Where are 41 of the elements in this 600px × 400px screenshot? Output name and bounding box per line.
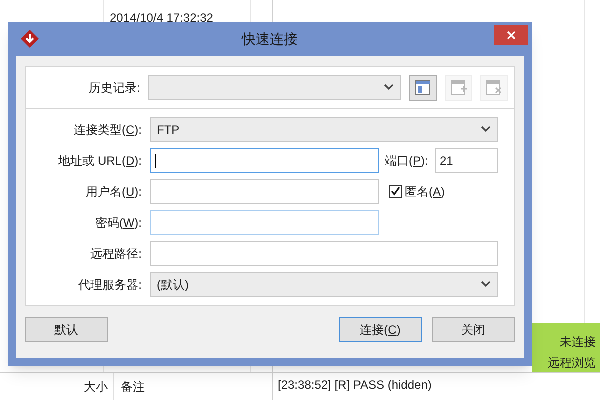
delete-panel-icon [485, 78, 504, 96]
dropdown-value: FTP [157, 122, 180, 138]
field-label: 代理服务器: [78, 276, 143, 294]
input-field[interactable] [150, 241, 498, 266]
input-field[interactable] [150, 210, 379, 235]
field-label: 历史记录: [88, 80, 142, 96]
text-cursor [155, 154, 156, 168]
anonymous-checkbox[interactable]: 匿名(A) [389, 182, 446, 200]
field-label: 连接类型(C): [72, 122, 143, 138]
dialog-button[interactable]: 关闭 [432, 317, 515, 342]
field-label: 用户名(U): [84, 184, 143, 200]
field-label: 密码(W): [94, 214, 143, 232]
column-header: 备注 [121, 379, 145, 396]
panel-icon [414, 78, 432, 96]
app-logo-icon [20, 29, 40, 49]
input-field[interactable] [150, 179, 379, 204]
dropdown-value: (默认) [157, 276, 189, 294]
timestamp-text: 2014/10/4 17:32:32 [110, 10, 214, 27]
status-text: 未连接 [559, 334, 596, 351]
dropdown[interactable]: (默认) [150, 272, 498, 297]
chevron-icon [481, 281, 491, 288]
input-field[interactable] [150, 148, 379, 173]
dropdown[interactable]: FTP [150, 117, 498, 142]
history-dropdown[interactable] [148, 75, 402, 100]
dialog-button[interactable]: 默认 [25, 317, 108, 342]
add-panel-icon [450, 78, 468, 96]
chevron-icon [384, 84, 394, 91]
field-label: 远程路径: [90, 246, 143, 262]
toolbar-button[interactable] [409, 74, 437, 100]
close-button[interactable] [494, 25, 528, 45]
window-title: 快速连接 [240, 30, 299, 48]
column-header: 大小 [84, 379, 108, 396]
status-subtext: 远程浏览 [547, 355, 596, 372]
check-icon [390, 186, 401, 197]
close-icon [506, 30, 516, 40]
log-line: [23:38:52] [R] PASS (hidden) [278, 377, 432, 394]
chevron-icon [481, 126, 491, 133]
port-field[interactable]: 21 [435, 148, 498, 173]
field-label: 地址或 URL(D): [58, 152, 143, 170]
field-label: 端口(P): [385, 152, 430, 170]
dialog-button[interactable]: 连接(C) [339, 317, 422, 342]
